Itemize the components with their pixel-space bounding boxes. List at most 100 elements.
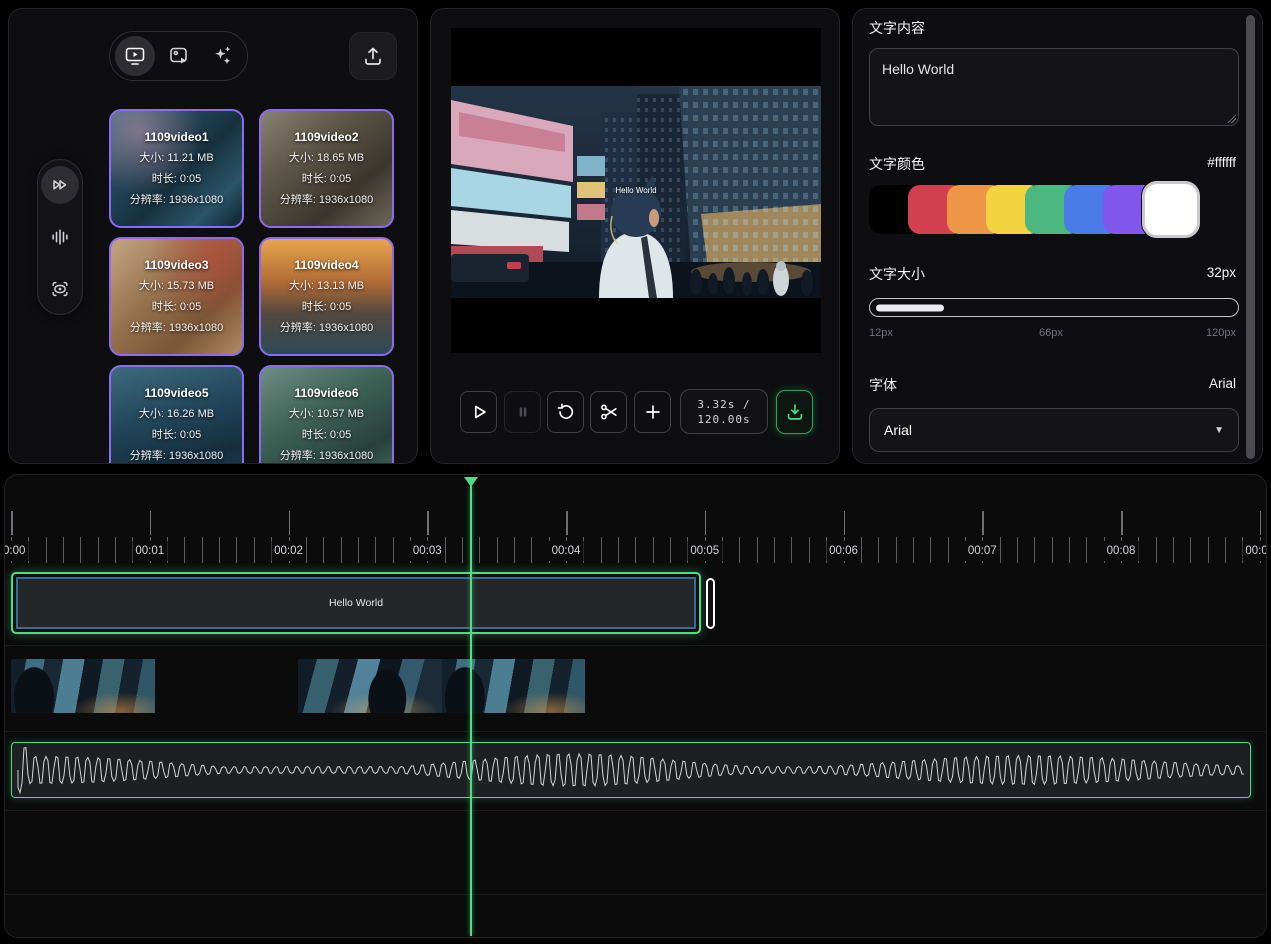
ruler-tick-minor [445,537,446,563]
video-thumbnail [298,659,442,713]
ruler-tick-minor [202,537,203,563]
ruler-tick-major [427,511,429,535]
audio-wave-icon [49,226,71,248]
card-size: 大小: 16.26 MB [139,405,214,421]
card-size: 大小: 15.73 MB [139,277,214,293]
card-title: 1109video6 [294,386,358,400]
ruler-tick-minor [63,537,64,563]
ruler-tick-minor [393,537,394,563]
ruler-tick-minor [1000,537,1001,563]
scissors-icon [598,401,620,423]
ruler-tick-minor [80,537,81,563]
text-content-input[interactable]: Hello World [869,48,1239,126]
preview-video-frame: Hello World [451,28,821,353]
ruler-tick-minor [323,537,324,563]
rail-audio-button[interactable] [41,218,79,256]
ruler-tick-minor [98,537,99,563]
color-swatch-row [853,183,1262,239]
export-button[interactable] [776,390,813,434]
video-thumbnail [11,659,155,713]
preview-panel: Hello World 3.32s / 120.00s [430,8,840,464]
timeline-ruler[interactable]: 00:0000:0100:0200:0300:0400:0500:0600:07… [5,475,1266,570]
ruler-tick-minor [1208,537,1209,563]
media-card-1109video3[interactable]: 1109video3 大小: 15.73 MB 时长: 0:05 分辨率: 19… [109,237,244,356]
text-clip[interactable]: Hello World [11,572,701,634]
card-duration: 时长: 0:05 [152,170,202,186]
card-size: 大小: 11.21 MB [139,149,213,165]
ruler-label: 00:06 [826,541,861,561]
ruler-tick-minor [341,537,342,563]
ruler-tick-minor [1225,537,1226,563]
ruler-tick-major [1260,511,1262,535]
add-button[interactable] [634,391,671,433]
card-duration: 时长: 0:05 [152,298,202,314]
audio-clip[interactable] [11,742,1251,798]
ruler-tick-minor [184,537,185,563]
font-select[interactable]: Arial ▼ [869,408,1239,452]
ruler-tick-minor [462,537,463,563]
slider-mid-label: 66px [1039,327,1063,339]
ruler-tick-minor [653,537,654,563]
playhead-line[interactable] [470,486,472,936]
rail-preview-button[interactable] [41,270,79,308]
tool-rail [37,159,83,315]
play-button[interactable] [460,391,497,433]
ruler-tick-minor [115,537,116,563]
pause-button[interactable] [504,391,541,433]
ruler-label: 00:05 [687,541,722,561]
card-duration: 时长: 0:05 [302,298,352,314]
ruler-label: 00:04 [549,541,584,561]
ruler-tick-major [705,511,707,535]
ruler-label: 00:09 [1242,541,1267,561]
ruler-tick-major [566,511,568,535]
ruler-label: 00:03 [410,541,445,561]
text-properties-panel: 文字内容 Hello World 文字颜色 #ffffff 文字大小 32px … [852,8,1263,464]
props-scrollbar[interactable] [1246,15,1255,459]
ruler-tick-minor [306,537,307,563]
ruler-tick-minor [1052,537,1053,563]
ruler-tick-minor [601,537,602,563]
text-clip-label: Hello World [16,577,696,629]
ruler-tick-minor [1034,537,1035,563]
ruler-tick-minor [930,537,931,563]
text-color-value: #ffffff [1207,155,1236,170]
text-size-slider[interactable] [869,298,1239,317]
color-swatch[interactable] [1142,181,1200,238]
preview-eye-icon [49,278,71,300]
media-library-panel: 1109video1 大小: 11.21 MB 时长: 0:05 分辨率: 19… [8,8,418,464]
media-card-1109video6[interactable]: 1109video6 大小: 10.57 MB 时长: 0:05 分辨率: 19… [259,365,394,464]
card-duration: 时长: 0:05 [302,170,352,186]
video-clip[interactable] [11,659,729,713]
media-card-1109video5[interactable]: 1109video5 大小: 16.26 MB 时长: 0:05 分辨率: 19… [109,365,244,464]
ruler-tick-major [11,511,13,535]
reset-button[interactable] [547,391,584,433]
media-card-1109video2[interactable]: 1109video2 大小: 18.65 MB 时长: 0:05 分辨率: 19… [259,109,394,228]
ruler-tick-minor [722,537,723,563]
media-card-1109video1[interactable]: 1109video1 大小: 11.21 MB 时长: 0:05 分辨率: 19… [109,109,244,228]
cut-button[interactable] [590,391,627,433]
slider-fill[interactable] [876,304,944,311]
ruler-label: 00:02 [271,541,306,561]
media-card-1109video4[interactable]: 1109video4 大小: 13.13 MB 时长: 0:05 分辨率: 19… [259,237,394,356]
ruler-tick-minor [948,537,949,563]
card-resolution: 分辨率: 1936x1080 [280,191,374,207]
text-color-label: 文字颜色 [869,154,925,174]
ruler-tick-minor [514,537,515,563]
video-thumbnail [442,659,586,713]
ruler-tick-minor [497,537,498,563]
rail-transitions-button[interactable] [41,166,79,204]
font-value: Arial [1209,376,1236,391]
video-thumbnail [155,659,299,713]
ruler-tick-major [844,511,846,535]
ruler-tick-minor [1190,537,1191,563]
ruler-tick-minor [167,537,168,563]
card-title: 1109video4 [294,258,358,272]
audio-waveform [12,743,1250,797]
download-icon [784,401,806,423]
text-clip-trim-handle[interactable] [706,578,715,629]
ruler-tick-minor [254,537,255,563]
preview-overlay-text[interactable]: Hello World [615,186,656,195]
track-divider [5,894,1266,895]
ruler-tick-minor [896,537,897,563]
ruler-tick-minor [219,537,220,563]
